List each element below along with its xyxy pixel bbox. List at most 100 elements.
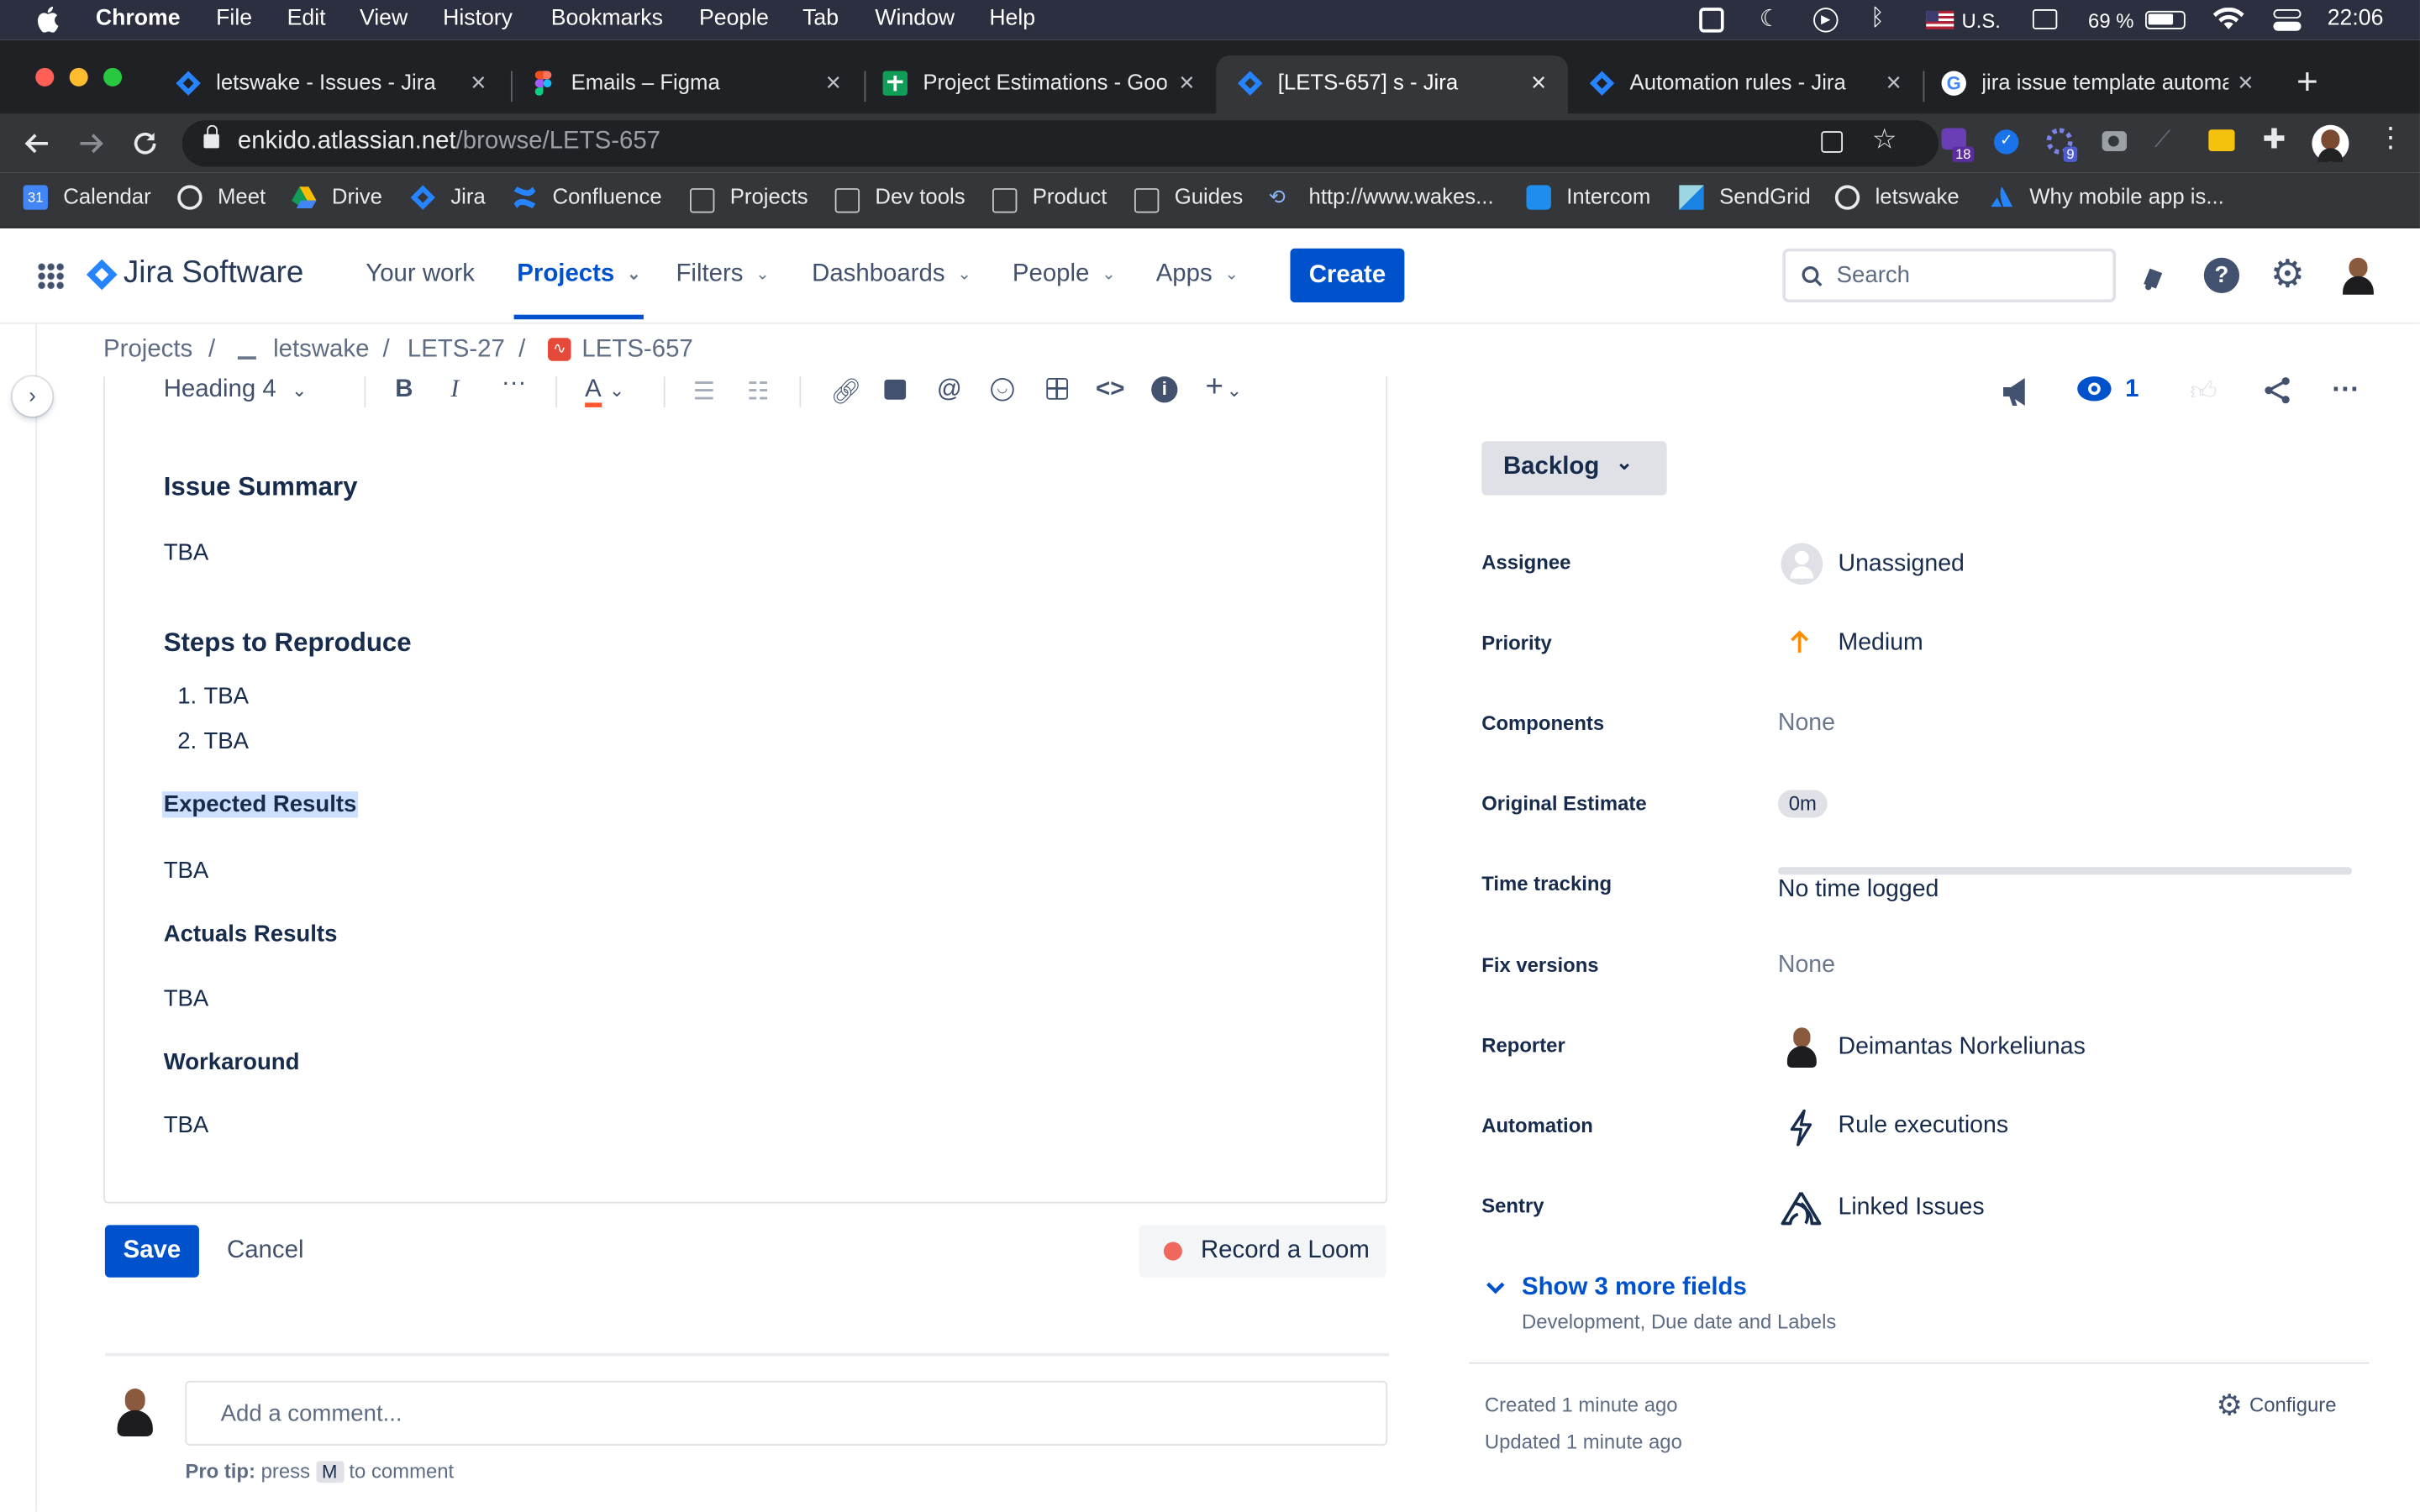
nav-apps[interactable]: Apps ⌄	[1156, 260, 1239, 288]
tab-automation-rules[interactable]: Automation rules - Jira ×	[1568, 55, 1920, 114]
breadcrumb-projects[interactable]: Projects	[103, 336, 192, 364]
cancel-button[interactable]: Cancel	[227, 1237, 303, 1265]
priority-value[interactable]: Medium	[1839, 629, 1923, 657]
menu-window[interactable]: Window	[875, 6, 955, 30]
minimize-window-button[interactable]	[69, 67, 88, 87]
menu-history[interactable]: History	[443, 6, 513, 30]
play-icon[interactable]: ▶	[1813, 8, 1839, 33]
screen-mirror-icon[interactable]	[2032, 9, 2058, 29]
close-tab-icon[interactable]: ×	[1531, 68, 1546, 99]
address-bar[interactable]: enkido.atlassian.net/browse/LETS-657 ☆	[182, 120, 1939, 167]
tab-project-estimations[interactable]: Project Estimations - Goo ×	[861, 55, 1213, 114]
close-window-button[interactable]	[35, 67, 55, 87]
close-tab-icon[interactable]: ×	[471, 68, 486, 99]
close-tab-icon[interactable]: ×	[2238, 68, 2253, 99]
record-loom-button[interactable]: Record a Loom	[1139, 1225, 1386, 1278]
extension-wing-icon[interactable]: ⟋	[2154, 127, 2170, 153]
comment-input[interactable]: Add a comment...	[185, 1380, 1388, 1446]
tab-google-search[interactable]: G jira issue template automa ×	[1920, 55, 2272, 114]
settings-gear-icon[interactable]: ⚙	[2270, 251, 2305, 297]
menu-app-name[interactable]: Chrome	[96, 6, 181, 30]
input-source[interactable]: U.S.	[1961, 9, 2000, 33]
show-more-fields-link[interactable]: Show 3 more fields	[1522, 1274, 1747, 1302]
numbered-list-icon[interactable]: ☷	[747, 376, 769, 407]
text-style-dropdown[interactable]: Heading 4 ⌄	[164, 376, 308, 404]
italic-icon[interactable]: I	[450, 376, 459, 404]
camera-icon[interactable]	[2102, 131, 2127, 151]
extensions-puzzle-icon[interactable]: ✚	[2263, 123, 2286, 156]
time-tracking-bar[interactable]	[1777, 867, 2353, 875]
extension-check-icon[interactable]: ✓	[1994, 129, 2019, 155]
automation-value[interactable]: Rule executions	[1839, 1112, 2009, 1140]
lock-icon[interactable]	[203, 124, 219, 149]
code-icon[interactable]: <>	[1096, 376, 1124, 404]
sentry-value[interactable]: Linked Issues	[1839, 1194, 1985, 1222]
bullet-list-icon[interactable]: ☰	[693, 376, 715, 407]
share-icon[interactable]	[2263, 375, 2294, 406]
nav-people[interactable]: People ⌄	[1013, 260, 1116, 288]
tab-emails-figma[interactable]: Emails – Figma ×	[509, 55, 861, 114]
open-in-app-icon[interactable]	[1821, 131, 1844, 153]
more-formatting-icon[interactable]: ···	[502, 370, 526, 398]
breadcrumb-letswake[interactable]: letswake	[273, 336, 369, 364]
control-center-icon[interactable]	[2273, 9, 2302, 31]
zoom-window-button[interactable]	[103, 67, 123, 87]
feedback-megaphone-icon[interactable]	[2000, 375, 2037, 408]
breadcrumb-issue-key[interactable]: LETS-657	[581, 336, 692, 364]
apple-icon[interactable]	[37, 6, 59, 33]
menu-tab[interactable]: Tab	[802, 6, 839, 30]
shield-icon[interactable]	[1699, 8, 1724, 33]
bookmark-star-icon[interactable]: ☆	[1872, 123, 1897, 156]
vote-thumbs-up-icon[interactable]: 👍︎	[2190, 375, 2217, 407]
nav-projects[interactable]: Projects ⌄	[517, 260, 641, 288]
bold-icon[interactable]: B	[395, 376, 413, 404]
link-icon[interactable]: 🔗︎	[830, 376, 861, 407]
image-icon[interactable]	[884, 379, 907, 400]
profile-avatar[interactable]	[2312, 124, 2349, 162]
breadcrumb-lets-27[interactable]: LETS-27	[408, 336, 505, 364]
tab-letswake-issues[interactable]: letswake - Issues - Jira ×	[155, 55, 507, 114]
chrome-menu-icon[interactable]: ⋮	[2377, 123, 2405, 151]
notifications-icon[interactable]	[2138, 260, 2171, 293]
status-dropdown[interactable]: Backlog ⌄	[1481, 441, 1667, 496]
assignee-value[interactable]: Unassigned	[1839, 551, 1965, 579]
close-tab-icon[interactable]: ×	[1179, 68, 1194, 99]
new-tab-icon[interactable]: +	[2296, 61, 2318, 104]
save-button[interactable]: Save	[104, 1225, 199, 1278]
moon-icon[interactable]: ☾	[1760, 5, 1781, 32]
watchers-count[interactable]: 1	[2125, 376, 2139, 404]
wifi-icon[interactable]	[2212, 8, 2244, 31]
battery-icon[interactable]	[2145, 10, 2186, 29]
user-avatar[interactable]	[2338, 255, 2379, 295]
tab-lets-657[interactable]: [LETS-657] s - Jira ×	[1216, 55, 1569, 114]
table-icon[interactable]	[1046, 377, 1068, 400]
text-color-icon[interactable]: A ⌄	[585, 376, 624, 407]
insert-more-icon[interactable]: + ⌄	[1205, 370, 1242, 406]
extension-yellow-icon[interactable]	[2208, 129, 2235, 151]
menu-bookmarks[interactable]: Bookmarks	[551, 6, 663, 30]
app-switcher-icon[interactable]	[37, 262, 66, 291]
forward-icon[interactable]	[77, 129, 105, 157]
menu-file[interactable]: File	[216, 6, 252, 30]
menu-edit[interactable]: Edit	[287, 6, 326, 30]
reporter-value[interactable]: Deimantas Norkeliunas	[1839, 1034, 2086, 1062]
expand-sidebar-button[interactable]: ›	[12, 376, 53, 417]
more-actions-icon[interactable]: ···	[2332, 373, 2360, 406]
nav-dashboards[interactable]: Dashboards ⌄	[812, 260, 971, 288]
emoji-icon[interactable]: ◡	[991, 377, 1014, 402]
help-icon[interactable]: ?	[2203, 257, 2240, 293]
menu-people[interactable]: People	[699, 6, 769, 30]
create-button[interactable]: Create	[1290, 248, 1405, 302]
clock[interactable]: 22:06	[2328, 6, 2384, 30]
menu-view[interactable]: View	[360, 6, 408, 30]
reload-icon[interactable]	[131, 129, 159, 157]
original-estimate-value[interactable]: 0m	[1777, 790, 1828, 818]
nav-filters[interactable]: Filters ⌄	[676, 260, 770, 288]
configure-button[interactable]: ⚙ Configure	[2217, 1389, 2337, 1424]
product-name[interactable]: Jira Software	[124, 256, 303, 291]
mention-icon[interactable]: @	[937, 376, 962, 404]
info-panel-icon[interactable]: i	[1151, 376, 1178, 403]
search-input[interactable]: Search	[1782, 248, 2117, 302]
back-icon[interactable]	[24, 129, 51, 157]
url-text[interactable]: enkido.atlassian.net/browse/LETS-657	[238, 128, 660, 155]
